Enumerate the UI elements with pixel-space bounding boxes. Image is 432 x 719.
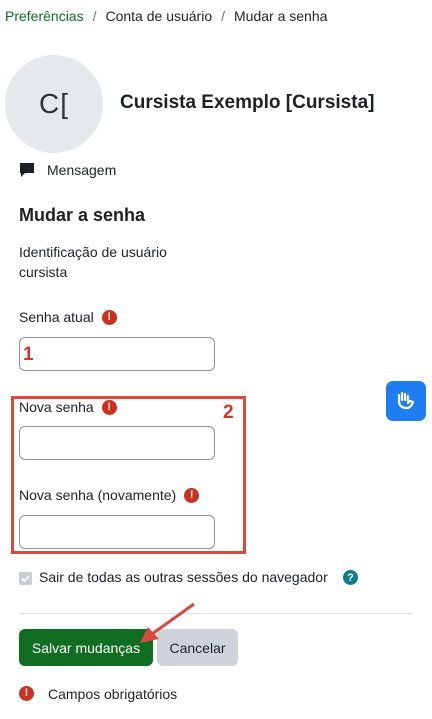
accessibility-icon (397, 391, 415, 410)
user-identification-value: cursista (19, 264, 68, 280)
current-password-label-text: Senha atual (19, 309, 94, 325)
required-icon: ! (184, 487, 200, 503)
current-password-input[interactable] (19, 337, 215, 371)
avatar[interactable]: C[ (5, 55, 103, 153)
breadcrumb-separator: / (92, 8, 97, 24)
new-password-label-text: Nova senha (19, 399, 94, 415)
required-icon: ! (19, 686, 34, 701)
user-identification: Identificação de usuário cursista (19, 242, 167, 282)
check-icon (21, 575, 30, 583)
accessibility-button[interactable] (386, 381, 426, 421)
help-icon[interactable]: ? (343, 570, 358, 585)
new-password-input[interactable] (19, 426, 215, 460)
breadcrumb: Preferências / Conta de usuário / Mudar a se… (5, 8, 327, 24)
new-password-again-label-text: Nova senha (novamente) (19, 487, 177, 503)
user-name: Cursista Exemplo [Cursista] (120, 92, 375, 113)
page-title: Mudar a senha (19, 205, 146, 225)
current-password-label: Senha atual ! (19, 309, 117, 325)
message-icon[interactable] (19, 162, 35, 181)
annotation-number-2: 2 (223, 402, 234, 423)
required-fields-note: Campos obrigatórios (48, 686, 178, 702)
breadcrumb-current: Mudar a senha (234, 8, 328, 24)
new-password-again-input[interactable] (19, 515, 215, 549)
required-icon: ! (101, 309, 117, 325)
breadcrumb-preferences[interactable]: Preferências (5, 8, 84, 24)
annotation-number-1: 1 (23, 344, 34, 365)
logout-checkbox[interactable] (19, 572, 32, 585)
divider (19, 613, 413, 614)
user-identification-label: Identificação de usuário (19, 244, 167, 260)
new-password-label: Nova senha ! (19, 399, 117, 415)
message-link[interactable]: Mensagem (47, 162, 116, 178)
breadcrumb-separator: / (221, 8, 226, 24)
new-password-again-label: Nova senha (novamente) ! (19, 487, 200, 503)
required-icon: ! (101, 399, 117, 415)
arrow-annotation (140, 602, 195, 643)
breadcrumb-account[interactable]: Conta de usuário (105, 8, 212, 24)
logout-checkbox-label[interactable]: Sair de todas as outras sessões do naveg… (39, 569, 328, 585)
